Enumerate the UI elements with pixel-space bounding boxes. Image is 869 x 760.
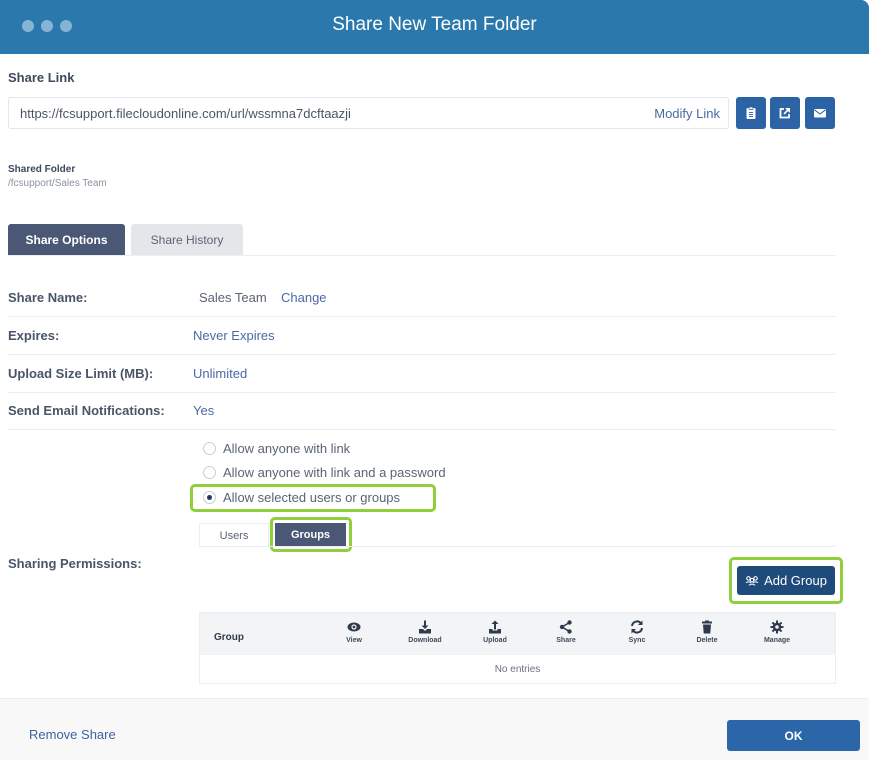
radio-anyone-with-link-password[interactable]: Allow anyone with link and a password — [203, 465, 446, 480]
external-link-icon — [779, 108, 790, 119]
upload-icon — [489, 620, 501, 634]
expires-row: Expires: Never Expires — [8, 317, 836, 355]
radio-label: Allow selected users or groups — [223, 490, 401, 505]
email-notifications-row: Send Email Notifications: Yes — [8, 392, 836, 430]
upload-limit-row: Upload Size Limit (MB): Unlimited — [8, 355, 836, 393]
table-header: Group View Download Upload Share Sync De… — [200, 613, 835, 655]
radio-selected-users-groups[interactable]: Allow selected users or groups — [203, 490, 400, 505]
subtab-users[interactable]: Users — [199, 523, 269, 547]
dialog-footer: Remove Share OK — [0, 698, 869, 760]
share-link-field[interactable]: https://fcsupport.filecloudonline.com/ur… — [8, 97, 729, 129]
download-icon — [419, 620, 431, 634]
trash-icon — [702, 620, 712, 634]
clipboard-icon — [746, 106, 756, 119]
column-group[interactable]: Group — [214, 632, 244, 643]
upload-limit-label: Upload Size Limit (MB): — [8, 366, 154, 381]
radio-anyone-with-link[interactable]: Allow anyone with link — [203, 441, 350, 456]
radio-button[interactable] — [203, 466, 216, 479]
radio-label: Allow anyone with link and a password — [223, 465, 446, 480]
copy-link-button[interactable] — [736, 97, 766, 129]
upload-limit-value[interactable]: Unlimited — [193, 366, 247, 381]
shared-folder-label: Shared Folder — [8, 164, 76, 175]
users-group-icon — [745, 575, 759, 586]
share-name-row: Share Name: Sales Team Change — [8, 279, 836, 317]
tab-share-options[interactable]: Share Options — [8, 224, 125, 256]
permissions-table: Group View Download Upload Share Sync De… — [199, 612, 836, 684]
gear-icon — [770, 620, 784, 634]
column-share: Share — [536, 620, 596, 644]
share-name-value: Sales Team — [199, 290, 267, 305]
empty-table-message: No entries — [494, 664, 541, 675]
email-notifications-value[interactable]: Yes — [193, 403, 214, 418]
remove-share-link[interactable]: Remove Share — [29, 727, 116, 742]
sharing-permissions-label: Sharing Permissions: — [8, 556, 142, 571]
tabs-divider — [8, 255, 836, 256]
tab-share-history[interactable]: Share History — [131, 224, 243, 256]
column-delete: Delete — [677, 620, 737, 644]
column-view: View — [324, 620, 384, 644]
subtabs-divider — [199, 546, 836, 547]
column-upload: Upload — [465, 620, 525, 644]
shared-folder-path: /fcsupport/Sales Team — [8, 178, 107, 189]
radio-button-selected[interactable] — [203, 491, 216, 504]
change-share-name-link[interactable]: Change — [281, 290, 327, 305]
share-icon — [559, 620, 572, 634]
sync-icon — [631, 620, 643, 634]
expires-label: Expires: — [8, 328, 60, 343]
expires-value[interactable]: Never Expires — [193, 328, 275, 343]
column-download: Download — [395, 620, 455, 644]
dialog-title: Share New Team Folder — [332, 14, 537, 35]
radio-button[interactable] — [203, 442, 216, 455]
column-manage: Manage — [747, 620, 807, 644]
share-link-label: Share Link — [8, 70, 75, 85]
envelope-icon — [814, 109, 826, 118]
share-name-label: Share Name: — [8, 290, 88, 305]
ok-button[interactable]: OK — [727, 720, 860, 751]
modify-link-button[interactable]: Modify Link — [654, 106, 720, 121]
add-group-label: Add Group — [764, 573, 827, 588]
email-notifications-label: Send Email Notifications: — [8, 403, 165, 418]
radio-label: Allow anyone with link — [223, 441, 351, 456]
column-sync: Sync — [607, 620, 667, 644]
subtab-groups[interactable]: Groups — [275, 523, 346, 547]
share-link-url[interactable]: https://fcsupport.filecloudonline.com/ur… — [20, 106, 351, 121]
dialog-titlebar: Share New Team Folder — [0, 0, 869, 54]
add-group-button[interactable]: Add Group — [737, 566, 835, 595]
eye-icon — [347, 622, 361, 632]
open-link-button[interactable] — [770, 97, 800, 129]
email-link-button[interactable] — [805, 97, 835, 129]
